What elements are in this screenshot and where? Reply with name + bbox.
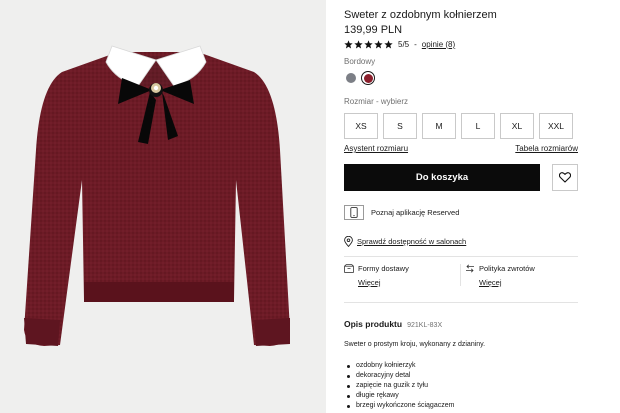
list-item: ozdobny kołnierzyk [346,361,454,371]
size-assistant-link[interactable]: Asystent rozmiaru [344,144,408,153]
store-availability[interactable]: Sprawdź dostępność w salonach [344,236,466,247]
color-name: Bordowy [344,57,376,66]
star-icon [354,39,363,48]
divider [344,302,578,303]
size-option-l[interactable]: L [461,113,495,139]
list-item: brzegi wykończone ściągaczem [346,402,455,409]
description-header: Opis produktu 921KL-83X [344,319,442,329]
phone-icon [350,207,358,218]
star-icon [374,39,383,48]
size-option-xs[interactable]: XS [344,113,378,139]
shipping-info: Formy dostawy Więcej [344,264,409,287]
size-option-m[interactable]: M [422,113,456,139]
color-swatch-grey[interactable] [344,71,358,85]
return-arrow-icon [466,264,474,273]
phone-icon-frame [344,205,364,220]
add-to-cart-button[interactable]: Do koszyka [344,164,540,191]
app-promo[interactable]: Poznaj aplikację Reserved [344,205,459,220]
divider [344,256,578,257]
size-option-s[interactable]: S [383,113,417,139]
rating-separator: - [414,39,417,49]
list-item: dekoracyjny detal [346,371,454,381]
product-code: 921KL-83X [407,322,443,329]
product-title: Sweter z ozdobnym kołnierzem [344,9,497,21]
size-table-link[interactable]: Tabela rozmiarów [515,144,578,153]
size-links: Asystent rozmiaru Tabela rozmiarów [344,144,578,153]
divider [460,264,461,286]
size-option-xxl[interactable]: XXL [539,113,573,139]
size-option-xl[interactable]: XL [500,113,534,139]
feature-list: ozdobny kołnierzyk dekoracyjny detal zap… [346,361,455,411]
rating: 5/5 - opinie (8) [344,38,455,50]
reviews-link[interactable]: opinie (8) [422,40,455,49]
list-item: zapięcie na guzik z tyłu [346,381,454,391]
location-pin-icon [344,236,353,247]
wishlist-button[interactable] [552,164,578,191]
shipping-label: Formy dostawy [358,264,409,273]
shipping-more-link[interactable]: Więcej [358,278,409,287]
product-price: 139,99 PLN [344,24,403,36]
star-icon [384,39,393,48]
returns-more-link[interactable]: Więcej [479,278,535,287]
list-item: długie rękawy [346,391,454,401]
size-label: Rozmiar - wybierz [344,97,409,106]
product-image[interactable] [0,0,326,413]
star-icon [344,39,353,48]
description-title: Opis produktu [344,319,403,329]
heart-icon [559,172,571,183]
rating-score: 5/5 [398,39,410,49]
store-availability-link[interactable]: Sprawdź dostępność w salonach [357,237,466,246]
sweater-illustration [24,45,290,346]
star-rating [344,39,393,49]
returns-info: Polityka zwrotów Więcej [465,264,535,287]
color-swatch-bordowy[interactable] [361,71,375,85]
box-icon [344,264,354,273]
returns-label: Polityka zwrotów [479,264,535,273]
star-icon [364,39,373,48]
size-selector: XS S M L XL XXL [344,113,573,139]
description-text: Sweter o prostym kroju, wykonany z dzian… [344,341,486,348]
app-promo-text: Poznaj aplikację Reserved [371,208,460,217]
product-info: Sweter z ozdobnym kołnierzem 139,99 PLN … [344,0,584,413]
